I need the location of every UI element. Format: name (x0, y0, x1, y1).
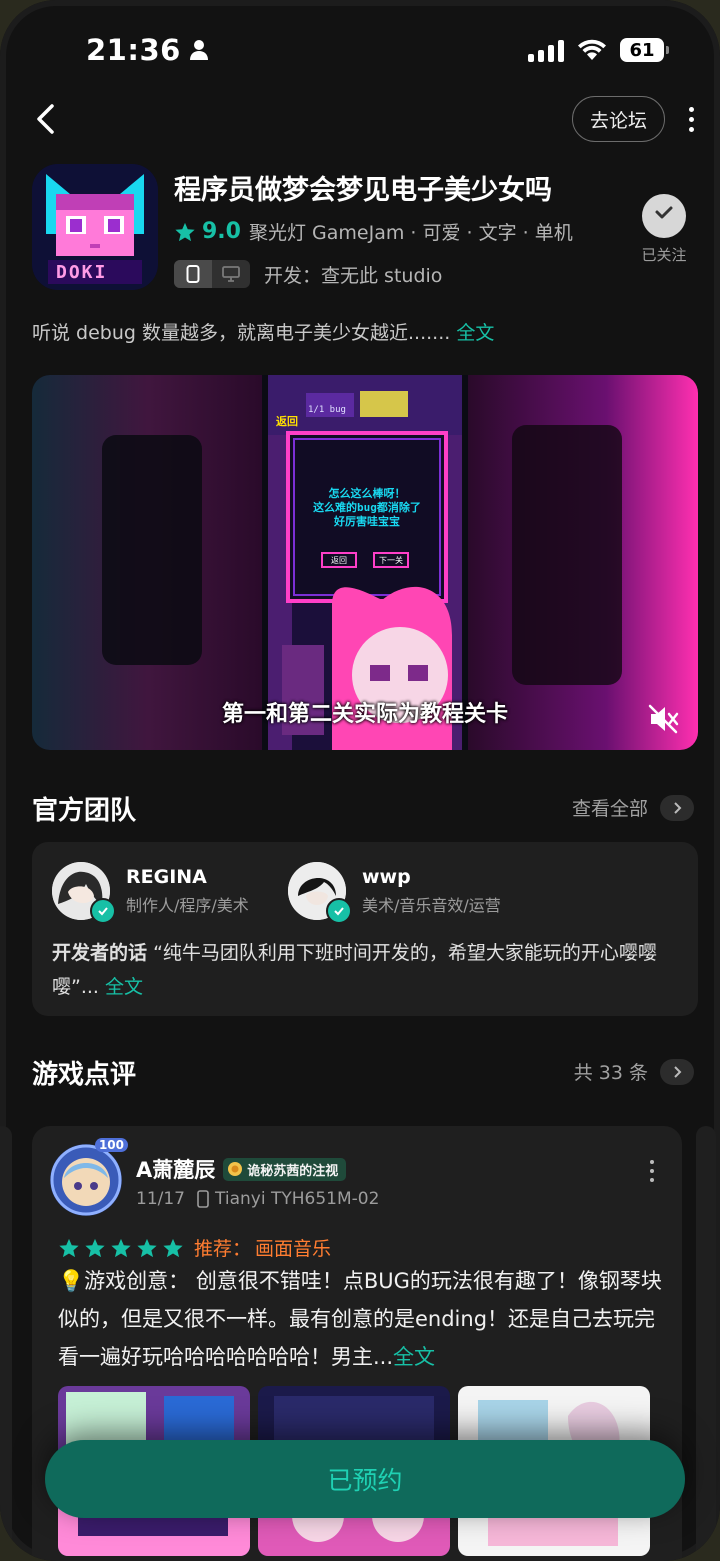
next-review-card[interactable] (696, 1126, 716, 1561)
game-header: DOKI 程序员做梦会梦见电子美少女吗 9.0 聚光灯 GameJam · 可爱… (32, 164, 694, 292)
medal-icon (228, 1162, 243, 1176)
developer-words-label: 开发者的话 (52, 942, 148, 964)
developer-text[interactable]: 开发：查无此 studio (264, 261, 442, 288)
team-section-title: 官方团队 (32, 796, 137, 826)
developer-name: 查无此 studio (321, 264, 443, 287)
phone-icon[interactable] (174, 260, 212, 288)
forum-button[interactable]: 去论坛 (571, 96, 665, 142)
review-date: 11/17 (136, 1189, 185, 1209)
reviewer-row: A萧麓辰 诡秘苏茜的注视 (136, 1154, 347, 1184)
team-card[interactable]: REGINA 制作人/程序/美术 wwp 美术/音乐音效/运营 开发者的话 “纯… (32, 842, 698, 1016)
review-text: 💡游戏创意： 创意很不错哇！点BUG的玩法很有趣了！像钢琴块似的，但是又很不一样… (58, 1269, 662, 1369)
recommend-value: 画面音乐 (255, 1238, 332, 1260)
screen-dialog-line: 这么难的bug都消除了 (313, 501, 421, 514)
star-icon (111, 1238, 131, 1257)
verified-badge-icon (326, 898, 352, 924)
recommend-label: 推荐： (194, 1238, 252, 1260)
team-view-all-label: 查看全部 (571, 798, 648, 820)
team-view-all[interactable]: 查看全部 (572, 794, 694, 821)
developer-label: 开发： (264, 264, 322, 287)
review-meta: 11/17 Tianyi TYH651M-02 (136, 1189, 379, 1209)
previous-review-card[interactable] (0, 1126, 12, 1561)
status-bar: 21:36 61 (86, 30, 669, 70)
more-menu-icon[interactable] (689, 106, 694, 132)
chevron-right-icon (660, 1058, 694, 1085)
verified-badge-icon (90, 898, 116, 924)
game-icon[interactable]: DOKI (32, 164, 158, 290)
reviewer-title-badge[interactable]: 诡秘苏茜的注视 (223, 1157, 347, 1181)
screen-back-button: 返回 (331, 556, 347, 565)
game-icon-logo-text: DOKI (56, 262, 108, 283)
followed-heart-icon (642, 194, 686, 238)
reviewer-title-text: 诡秘苏茜的注视 (247, 1163, 339, 1179)
follow-button[interactable]: 已关注 (634, 194, 694, 265)
rating: 9.0 (174, 219, 241, 244)
reviewer-name[interactable]: A萧麓辰 (136, 1154, 215, 1184)
reviews-view-all[interactable]: 共 33 条 (574, 1058, 694, 1085)
reviews-count: 共 33 条 (573, 1062, 648, 1084)
review-more-icon[interactable] (650, 1160, 654, 1182)
member-role: 美术/音乐音效/运营 (362, 896, 501, 915)
developer-words: 开发者的话 “纯牛马团队利用下班时间开发的，希望大家能玩的开心嘤嘤嘤”... 全… (52, 936, 678, 1004)
review-more-link[interactable]: 全文 (393, 1345, 435, 1369)
star-icon (59, 1238, 79, 1257)
star-icon (163, 1238, 183, 1257)
clock: 21:36 (86, 33, 209, 67)
app-screen: 21:36 61 去论坛 DOKI 程序员做梦会梦见电子美少女吗 9.0 聚光灯… (0, 0, 720, 1561)
screen-dialog: 怎么这么棒呀！ 这么难的bug都消除了 好厉害哇宝宝 (290, 487, 444, 529)
wifi-icon (578, 39, 606, 60)
game-meta: 9.0 聚光灯 GameJam · 可爱 · 文字 · 单机 (174, 218, 573, 245)
avatar (288, 862, 352, 924)
pc-icon[interactable] (212, 260, 250, 288)
star-icon (137, 1238, 157, 1257)
signal-icon (528, 38, 564, 62)
star-icon (85, 1238, 105, 1257)
member-role: 制作人/程序/美术 (126, 896, 249, 915)
person-icon (189, 40, 208, 60)
back-arrow-icon[interactable] (30, 102, 60, 136)
screen-dialog-line: 好厉害哇宝宝 (334, 515, 400, 528)
review-body[interactable]: 💡游戏创意： 创意很不错哇！点BUG的玩法很有趣了！像钢琴块似的，但是又很不一样… (58, 1262, 662, 1376)
screen-bug-counter: 1/1 bug (308, 405, 346, 415)
team-member[interactable]: REGINA 制作人/程序/美术 (52, 862, 249, 924)
developer-words-more-link[interactable]: 全文 (105, 976, 143, 998)
team-member[interactable]: wwp 美术/音乐音效/运营 (288, 862, 501, 924)
avatar-level-badge: 100 (94, 1138, 128, 1152)
game-description: 听说 debug 数量越多，就离电子美少女越近....... 全文 (32, 318, 494, 345)
member-name: wwp (362, 866, 411, 888)
review-device: Tianyi TYH651M-02 (215, 1189, 380, 1209)
developer-row: 开发：查无此 studio (174, 260, 442, 288)
reviews-section-title: 游戏点评 (32, 1060, 137, 1090)
game-tags[interactable]: 聚光灯 GameJam · 可爱 · 文字 · 单机 (249, 218, 573, 245)
avatar (52, 862, 116, 924)
screen-dialog-line: 怎么这么棒呀！ (328, 487, 406, 500)
platform-switch[interactable] (174, 260, 250, 288)
video-subtitle: 第一和第二关实际为教程关卡 (221, 702, 508, 727)
top-bar: 去论坛 (30, 96, 694, 142)
follow-label: 已关注 (641, 246, 687, 264)
video-frame (32, 375, 698, 750)
phone-icon (197, 1190, 209, 1208)
avatar[interactable]: 100 (50, 1138, 128, 1216)
battery-indicator: 61 (620, 38, 669, 62)
description-text: 听说 debug 数量越多，就离电子美少女越近....... (32, 322, 451, 344)
star-icon (175, 222, 195, 241)
reserved-button[interactable]: 已预约 (45, 1440, 685, 1518)
game-title: 程序员做梦会梦见电子美少女吗 (174, 175, 552, 206)
mute-icon[interactable] (646, 702, 680, 736)
screen-back-label: 返回 (276, 415, 298, 428)
description-more-link[interactable]: 全文 (456, 322, 494, 344)
member-name: REGINA (126, 866, 207, 888)
video-player[interactable]: 1/1 bug 返回 怎么这么棒呀！ 这么难的bug都消除了 好厉害哇宝宝 返回… (32, 375, 698, 750)
chevron-right-icon (660, 794, 694, 821)
time-text: 21:36 (86, 33, 181, 67)
review-stars: 推荐： 画面音乐 (58, 1234, 331, 1261)
rating-value: 9.0 (202, 219, 241, 244)
screen-next-button: 下一关 (379, 556, 403, 565)
